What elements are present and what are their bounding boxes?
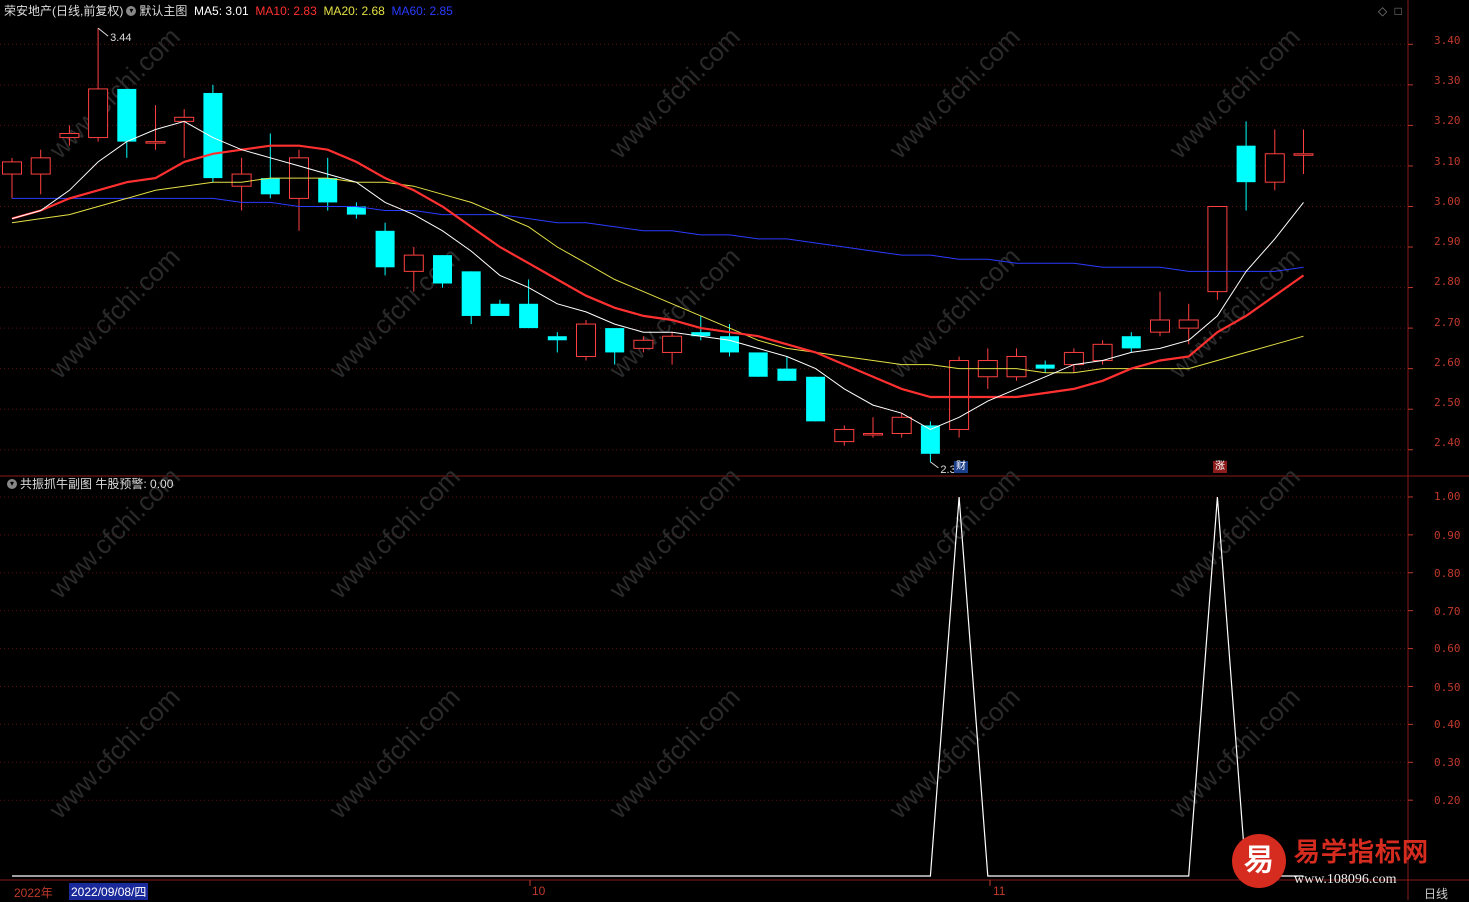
candle-body-down <box>720 336 739 353</box>
candle-body-up <box>1150 319 1170 333</box>
candle-body-up <box>1264 153 1285 183</box>
candle-body-down <box>1121 336 1141 349</box>
sub-axis-0.60: 0.60 <box>1434 642 1461 655</box>
candle-body-down <box>1236 145 1256 183</box>
sub-axis-0.30: 0.30 <box>1434 756 1461 769</box>
candle-body-down <box>806 376 826 422</box>
candle-body-up <box>30 157 51 175</box>
stock-menu-chevron-icon[interactable]: ▾ <box>126 5 137 16</box>
sub-axis-0.70: 0.70 <box>1434 605 1461 618</box>
candle-body-down <box>605 328 625 353</box>
candle-body-down <box>203 92 223 179</box>
candle-body-up <box>1207 205 1228 293</box>
candle-body-down <box>318 178 338 203</box>
price-axis-3.10: 3.10 <box>1434 155 1461 168</box>
price-axis-3.30: 3.30 <box>1434 74 1461 87</box>
price-axis-3.00: 3.00 <box>1434 195 1461 208</box>
sub-menu-chevron-icon[interactable]: ▾ <box>7 478 17 489</box>
window-controls: ◇ □ <box>1378 4 1402 18</box>
finance-badge[interactable]: 财 <box>954 461 968 473</box>
candle-body-up <box>633 339 654 349</box>
candle-body-down <box>461 271 481 316</box>
candle-body-down <box>117 88 137 142</box>
limit-up-badge[interactable]: 涨 <box>1213 461 1227 473</box>
sub-axis-0.80: 0.80 <box>1434 567 1461 580</box>
price-axis-3.20: 3.20 <box>1434 114 1461 127</box>
candle-body-up <box>1063 351 1084 366</box>
candle-body-up <box>576 323 596 357</box>
diamond-icon[interactable]: ◇ <box>1378 4 1387 18</box>
candle-body-up <box>1293 153 1314 156</box>
candle-body-down <box>748 352 768 377</box>
candle-body-down <box>433 255 452 284</box>
candle-body-up <box>174 116 195 122</box>
maximize-icon[interactable]: □ <box>1395 4 1402 18</box>
candle-body-up <box>1006 355 1027 378</box>
price-axis-2.60: 2.60 <box>1434 356 1461 369</box>
candle-body-down <box>1035 364 1055 369</box>
price-axis-3.40: 3.40 <box>1434 34 1461 47</box>
chart-window: www.cfchi.com www.cfchi.com www.cfchi.com w… <box>0 0 1469 901</box>
candle-body-down <box>260 178 280 195</box>
candle-body-up <box>2 161 22 175</box>
ma5-label: MA5: 3.01 <box>194 4 249 18</box>
candle-body-up <box>88 88 109 139</box>
main-chart-header: 荣安地产(日线,前复权) ▾ 默认主图 MA5: 3.01 MA10: 2.83 M… <box>4 4 453 18</box>
sub-axis-0.20: 0.20 <box>1434 794 1461 807</box>
candle-body-down <box>375 230 395 268</box>
price-axis-2.70: 2.70 <box>1434 316 1461 329</box>
month-10-label: 10 <box>532 884 546 898</box>
month-11-label: 11 <box>993 884 1006 898</box>
price-axis-2.90: 2.90 <box>1434 235 1461 248</box>
candle-body-up <box>891 416 912 435</box>
sub-chart-header: ▾ 共振抓牛副图 牛股预警: 0.00 <box>4 477 173 491</box>
sub-axis-0.90: 0.90 <box>1434 529 1461 542</box>
high-price-label: 3.44 <box>110 32 131 44</box>
candle-body-up <box>59 133 80 139</box>
chart-canvas[interactable]: www.cfchi.com www.cfchi.com www.cfchi.com w… <box>0 0 1469 900</box>
candle-body-up <box>403 254 424 272</box>
ma60-label: MA60: 2.85 <box>391 4 453 18</box>
candle-body-down <box>490 303 510 316</box>
price-axis-2.50: 2.50 <box>1434 396 1461 409</box>
stock-name[interactable]: 荣安地产(日线,前复权) <box>4 4 123 18</box>
sub-axis-0.50: 0.50 <box>1434 681 1461 694</box>
cursor-date[interactable]: 2022/09/08/四 <box>69 883 149 900</box>
candle-body-down <box>777 368 797 381</box>
main-chart-label[interactable]: 默认主图 <box>139 4 187 18</box>
candle-body-down <box>547 336 567 341</box>
site-logo: 易 易学指标网 www.108096.com <box>1228 828 1469 900</box>
price-axis-2.80: 2.80 <box>1434 275 1461 288</box>
logo-title: 易学指标网 <box>1294 838 1430 868</box>
year-label: 2022年 <box>14 886 53 900</box>
ma10-label: MA10: 2.83 <box>255 4 317 18</box>
candle-body-up <box>145 141 166 144</box>
ma20-label: MA20: 2.68 <box>323 4 385 18</box>
price-axis-2.40: 2.40 <box>1434 436 1461 449</box>
candle-body-up <box>949 360 970 430</box>
sub-axis-1.00: 1.00 <box>1434 490 1461 503</box>
candle-body-up <box>1178 319 1199 329</box>
sub-axis-0.40: 0.40 <box>1434 718 1461 731</box>
logo-url: www.108096.com <box>1294 872 1397 887</box>
indicator-name[interactable]: 共振抓牛副图 <box>20 477 92 491</box>
candle-body-up <box>863 433 883 436</box>
candle-body-up <box>834 428 855 443</box>
indicator-value: 牛股预警: 0.00 <box>95 477 174 491</box>
logo-emblem: 易 <box>1232 834 1286 888</box>
candle-body-up <box>231 173 252 187</box>
candle-body-up <box>662 335 683 353</box>
candle-body-down <box>519 303 539 329</box>
